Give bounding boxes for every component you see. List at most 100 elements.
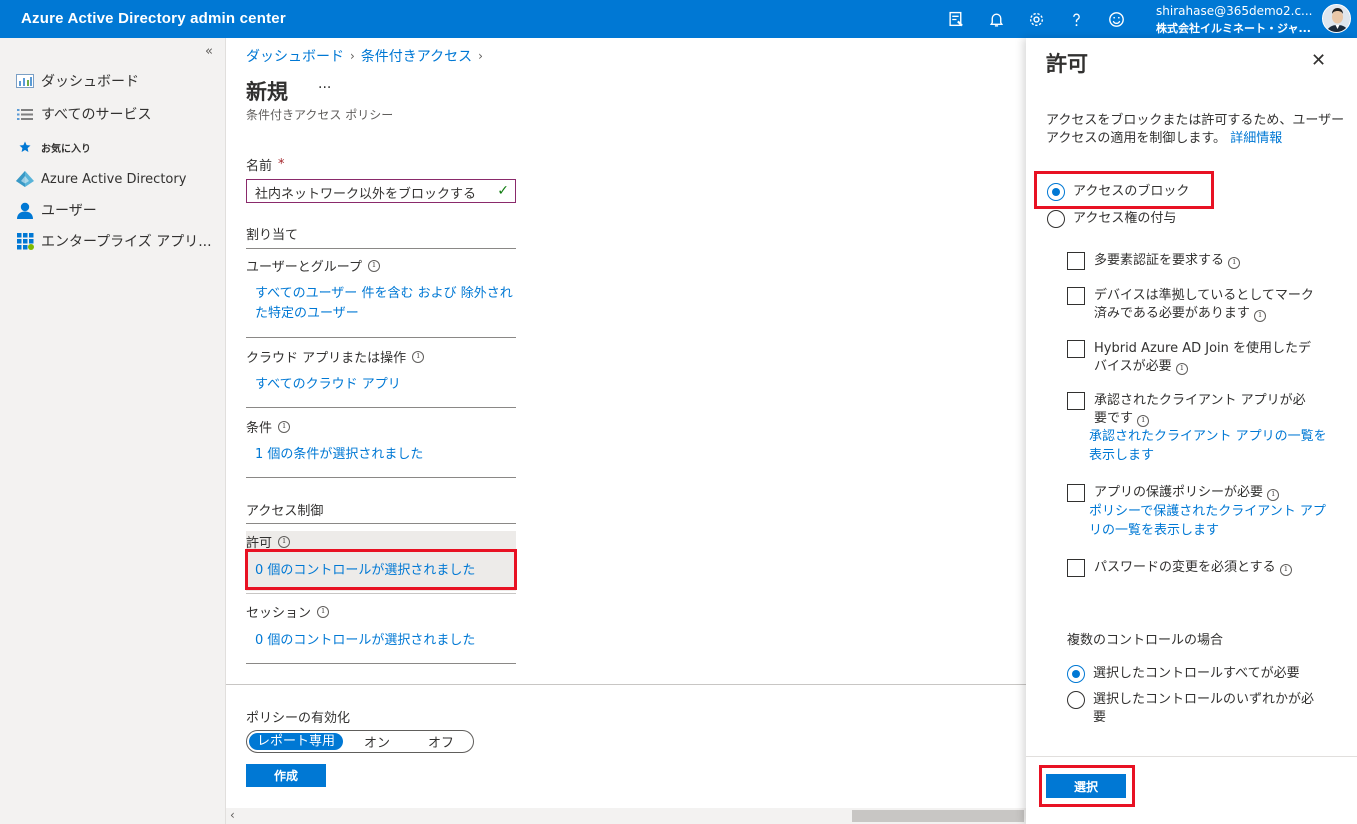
conditions-label-text: 条件 — [246, 421, 273, 436]
divider — [226, 684, 1026, 685]
policy-name-input[interactable]: 社内ネットワーク以外をブロックする ✓ — [246, 179, 516, 203]
divider — [246, 663, 516, 664]
star-icon — [15, 138, 35, 156]
info-icon[interactable]: i — [1175, 362, 1188, 375]
info-icon[interactable]: i — [1279, 563, 1292, 576]
sidebar-item-favorites: お気に入り — [15, 138, 91, 156]
policy-name-value: 社内ネットワーク以外をブロックする — [255, 187, 477, 202]
left-sidebar: « ダッシュボード すべてのサービス お気に入り Azure Active Di… — [0, 38, 226, 824]
conditions-link[interactable]: 1 個の条件が選択されました — [255, 445, 423, 465]
apps-icon — [15, 232, 35, 250]
enable-policy-toggle[interactable]: レポート専用 オン オフ — [246, 730, 474, 753]
info-icon[interactable]: i — [1228, 256, 1241, 269]
approved-apps-list-link[interactable]: 承認されたクライアント アプリの一覧を表示します — [1089, 427, 1329, 465]
help-icon[interactable] — [1066, 9, 1086, 29]
toggle-report-only[interactable]: レポート専用 — [249, 733, 343, 750]
checkbox-icon — [1067, 340, 1085, 358]
users-groups-label: ユーザーとグループ i — [246, 256, 380, 275]
checkbox-label: パスワードの変更を必須とする — [1094, 560, 1276, 575]
sidebar-item-all-services[interactable]: すべてのサービス — [15, 104, 151, 124]
top-bar: Azure Active Directory admin center shir… — [0, 0, 1357, 38]
info-icon[interactable]: i — [278, 420, 291, 433]
session-label: セッション i — [246, 602, 330, 621]
bell-icon[interactable] — [986, 9, 1006, 29]
divider — [246, 248, 516, 249]
gear-icon[interactable] — [1026, 9, 1046, 29]
users-groups-link[interactable]: すべてのユーザー 件を含む および 除外され た特定のユーザー — [255, 284, 513, 324]
checkbox-require-approved-app[interactable]: 承認されたクライアント アプリが必要です i — [1067, 392, 1337, 428]
page-title: 新規 — [246, 80, 288, 104]
info-icon[interactable]: i — [1267, 488, 1280, 501]
checkbox-require-hybrid-join[interactable]: Hybrid Azure AD Join を使用したデバイスが必要 i — [1067, 340, 1337, 376]
cloud-apps-label: クラウド アプリまたは操作 i — [246, 347, 425, 366]
close-icon[interactable]: ✕ — [1311, 50, 1326, 71]
checkbox-require-mfa[interactable]: 多要素認証を要求する i — [1067, 252, 1337, 270]
sidebar-item-dashboard[interactable]: ダッシュボード — [15, 71, 139, 91]
radio-unselected-icon — [1067, 691, 1085, 709]
checkbox-require-compliant-device[interactable]: デバイスは準拠しているとしてマーク済みである必要があります i — [1067, 287, 1337, 323]
divider — [246, 523, 516, 524]
toggle-off[interactable]: オフ — [411, 732, 471, 751]
divider — [246, 407, 516, 408]
sidebar-item-azure-ad[interactable]: Azure Active Directory — [15, 170, 186, 188]
radio-require-one[interactable]: 選択したコントロールのいずれかが必要 — [1067, 691, 1317, 727]
sidebar-item-users[interactable]: ユーザー — [15, 200, 97, 220]
breadcrumb-conditional-access[interactable]: 条件付きアクセス — [361, 46, 472, 66]
list-icon — [15, 105, 35, 123]
checkbox-icon — [1067, 287, 1085, 305]
chevron-right-icon: › — [478, 49, 483, 63]
divider — [246, 337, 516, 338]
enable-policy-label: ポリシーの有効化 — [246, 711, 351, 726]
smiley-icon[interactable] — [1106, 9, 1126, 29]
scrollbar-thumb[interactable] — [852, 810, 1024, 822]
sidebar-item-label: Azure Active Directory — [41, 171, 187, 187]
feedback-icon[interactable] — [946, 9, 966, 29]
user-icon — [15, 201, 35, 219]
panel-description: アクセスをブロックまたは許可するため、ユーザー アクセスの適用を制御します。 詳… — [1046, 112, 1346, 148]
access-controls-heading: アクセス制御 — [246, 504, 324, 519]
checkbox-label: アプリの保護ポリシーが必要 — [1094, 485, 1264, 500]
divider — [246, 477, 516, 478]
checkbox-require-app-protection[interactable]: アプリの保護ポリシーが必要 i — [1067, 484, 1337, 502]
radio-require-all[interactable]: 選択したコントロールすべてが必要 — [1067, 665, 1327, 683]
info-icon[interactable]: i — [278, 535, 291, 548]
sidebar-item-label: エンタープライズ アプリ... — [41, 234, 212, 250]
create-button[interactable]: 作成 — [246, 764, 326, 787]
checkmark-icon: ✓ — [497, 183, 509, 199]
breadcrumb-dashboard[interactable]: ダッシュボード — [246, 46, 344, 66]
divider — [1026, 756, 1357, 757]
conditions-label: 条件 i — [246, 417, 291, 436]
learn-more-link[interactable]: 詳細情報 — [1230, 131, 1282, 146]
collapse-sidebar-icon[interactable]: « — [205, 44, 213, 59]
chevron-right-icon: › — [350, 49, 355, 63]
protected-apps-list-link[interactable]: ポリシーで保護されたクライアント アプリの一覧を表示します — [1089, 502, 1329, 540]
users-groups-link-line1: すべてのユーザー 件を含む および 除外され — [255, 286, 513, 301]
sidebar-item-label: お気に入り — [41, 143, 91, 155]
users-groups-link-line2: た特定のユーザー — [255, 306, 359, 321]
sidebar-item-enterprise-apps[interactable]: エンタープライズ アプリ... — [15, 231, 212, 251]
toggle-on[interactable]: オン — [343, 732, 411, 751]
horizontal-scrollbar[interactable]: ‹ — [226, 808, 1026, 824]
cloud-apps-link[interactable]: すべてのクラウド アプリ — [255, 375, 401, 395]
user-org[interactable]: 株式会社イルミネート・ジャ... — [1156, 20, 1314, 36]
scroll-left-icon[interactable]: ‹ — [230, 808, 235, 822]
main-content: ダッシュボード › 条件付きアクセス › 新規 ··· 条件付きアクセス ポリシ… — [226, 38, 1026, 824]
more-options-icon[interactable]: ··· — [318, 80, 331, 96]
info-icon[interactable]: i — [1137, 414, 1150, 427]
info-icon[interactable]: i — [1254, 309, 1267, 322]
radio-require-one-label: 選択したコントロールのいずれかが必要 — [1093, 692, 1315, 725]
radio-unselected-icon — [1047, 210, 1065, 228]
assignments-heading: 割り当て — [246, 228, 299, 243]
radio-grant-access[interactable]: アクセス権の付与 — [1047, 210, 1176, 228]
avatar[interactable] — [1322, 4, 1351, 33]
info-icon[interactable]: i — [412, 350, 425, 363]
checkbox-icon — [1067, 392, 1085, 410]
info-icon[interactable]: i — [367, 259, 380, 272]
info-icon[interactable]: i — [317, 605, 330, 618]
checkbox-icon — [1067, 559, 1085, 577]
session-link[interactable]: 0 個のコントロールが選択されました — [255, 631, 475, 651]
user-email[interactable]: shirahase@365demo2.c... — [1156, 4, 1314, 18]
checkbox-require-password-change[interactable]: パスワードの変更を必須とする i — [1067, 559, 1337, 577]
radio-selected-icon — [1067, 665, 1085, 683]
app-title[interactable]: Azure Active Directory admin center — [21, 10, 286, 27]
